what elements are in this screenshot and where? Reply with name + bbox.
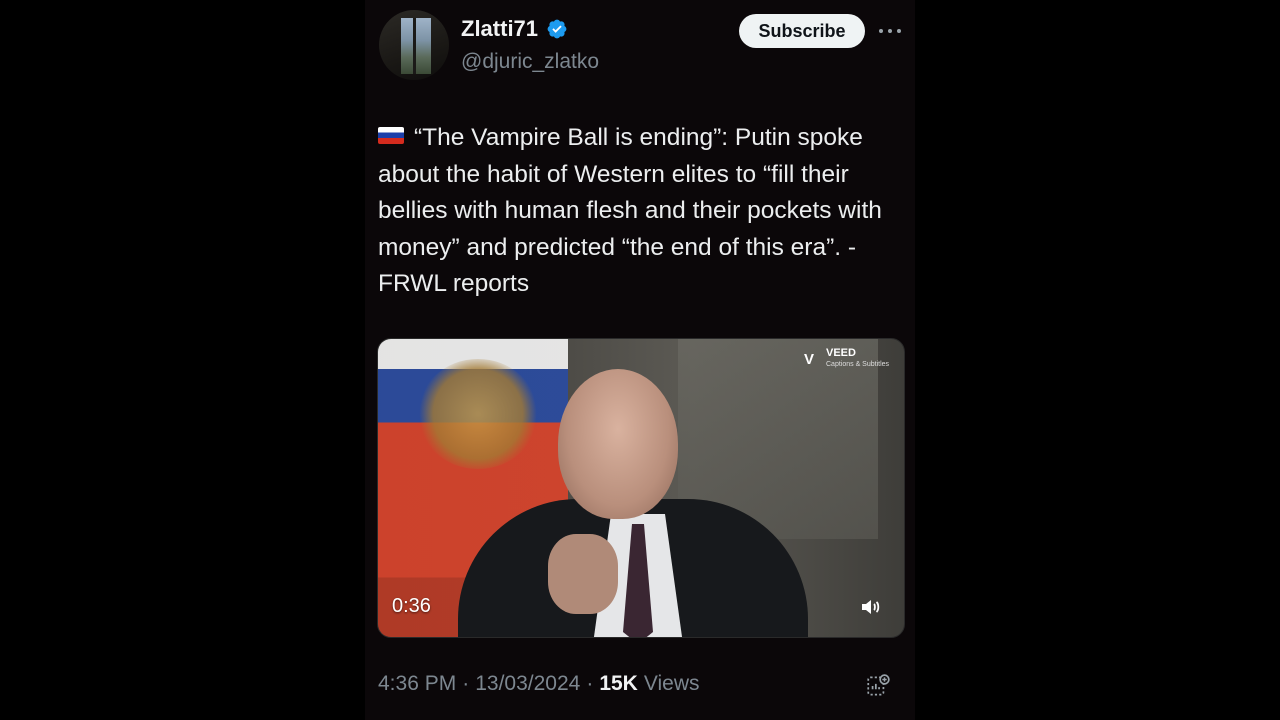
- tweet-date[interactable]: 13/03/2024: [475, 672, 580, 696]
- tweet-header: Zlatti71 @djuric_zlatko Subscribe: [365, 0, 915, 90]
- views-label: Views: [643, 672, 700, 695]
- display-name[interactable]: Zlatti71: [461, 16, 538, 42]
- russia-flag-icon: [378, 127, 404, 144]
- bookmark-analytics-icon[interactable]: [865, 673, 891, 699]
- name-row: Zlatti71: [461, 16, 568, 42]
- subscribe-button[interactable]: Subscribe: [739, 14, 865, 48]
- video-player[interactable]: V VEED Captions & Subtitles 0:36: [377, 338, 905, 638]
- verified-badge-icon: [547, 19, 567, 39]
- meta-separator: ·: [586, 672, 594, 695]
- more-options-icon[interactable]: [879, 20, 901, 42]
- tweet-text: “The Vampire Ball is ending”: Putin spok…: [378, 120, 908, 303]
- tweet-meta: 4:36 PM · 13/03/2024 · 15K Views: [378, 672, 700, 696]
- user-handle[interactable]: @djuric_zlatko: [461, 50, 599, 74]
- avatar[interactable]: [379, 10, 449, 80]
- volume-icon[interactable]: [858, 595, 882, 619]
- tweet-time[interactable]: 4:36 PM: [378, 672, 456, 696]
- tweet-body: “The Vampire Ball is ending”: Putin spok…: [378, 124, 882, 297]
- meta-separator: ·: [462, 672, 470, 695]
- views-count: 15K: [599, 672, 638, 695]
- veed-logo-icon: V: [803, 350, 814, 368]
- veed-watermark: V VEED Captions & Subtitles: [798, 347, 889, 371]
- video-duration: 0:36: [392, 595, 431, 617]
- tweet-card: Zlatti71 @djuric_zlatko Subscribe “The V…: [365, 0, 915, 720]
